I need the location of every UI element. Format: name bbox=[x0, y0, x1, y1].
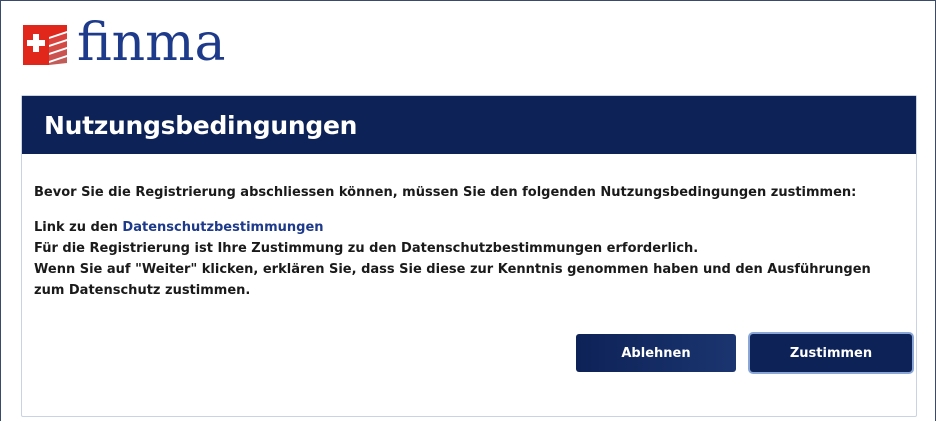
intro-text: Bevor Sie die Registrierung abschliessen… bbox=[34, 185, 857, 200]
info-text: Wenn Sie auf "Weiter" klicken, erklären … bbox=[34, 262, 871, 298]
link-prefix: Link zu den bbox=[34, 220, 123, 235]
decline-button[interactable]: Ablehnen bbox=[576, 334, 736, 372]
finma-logo: finma bbox=[23, 17, 225, 73]
brand-name: finma bbox=[77, 13, 226, 73]
page-frame: finma Nutzungsbedingungen Bevor Sie die … bbox=[0, 0, 936, 421]
dialog-title: Nutzungsbedingungen bbox=[44, 110, 358, 140]
accept-button[interactable]: Zustimmen bbox=[750, 334, 912, 372]
dialog-header: Nutzungsbedingungen bbox=[22, 96, 916, 154]
consent-text: Für die Registrierung ist Ihre Zustimmun… bbox=[34, 241, 699, 256]
terms-dialog: Nutzungsbedingungen Bevor Sie die Regist… bbox=[21, 95, 917, 417]
swiss-flag-icon bbox=[23, 23, 67, 67]
dialog-body: Bevor Sie die Registrierung abschliessen… bbox=[22, 154, 916, 301]
dialog-actions: Ablehnen Zustimmen bbox=[576, 334, 912, 372]
privacy-policy-link[interactable]: Datenschutzbestimmungen bbox=[122, 220, 323, 235]
privacy-link-line: Link zu den Datenschutzbestimmungen bbox=[34, 217, 904, 238]
